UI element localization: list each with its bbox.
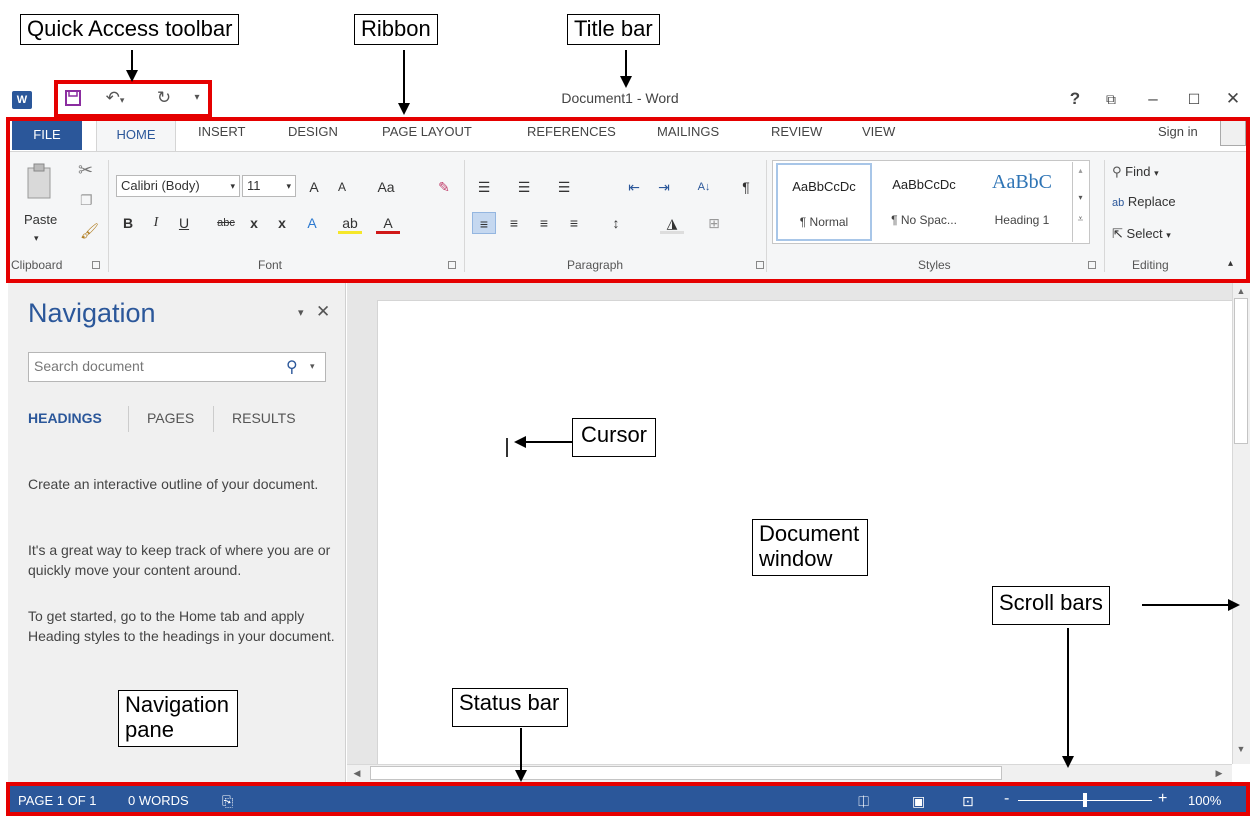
arrow-line: [1142, 604, 1230, 606]
close-pane-icon[interactable]: ✕: [316, 302, 330, 322]
maximize-button[interactable]: ☐: [1183, 88, 1205, 110]
arrow-head: [620, 76, 632, 88]
nav-tab-pages[interactable]: PAGES: [147, 410, 194, 426]
nav-help-text: Create an interactive outline of your do…: [28, 476, 319, 492]
nav-help-text: To get started, go to the Home tab and a…: [28, 608, 335, 644]
callout-navpane-line: pane: [125, 716, 174, 742]
callout-ribbon: Ribbon: [354, 14, 438, 45]
callout-title-bar: Title bar: [567, 14, 660, 45]
callout-navpane-line: Navigation: [125, 692, 229, 717]
nav-tab-results[interactable]: RESULTS: [232, 410, 296, 426]
vertical-scroll-thumb[interactable]: [1234, 298, 1248, 444]
search-icon[interactable]: ⚲: [286, 357, 298, 377]
nav-help-text: It's a great way to keep track of where …: [28, 542, 331, 578]
navigation-title: Navigation: [28, 298, 156, 328]
arrow-line: [131, 50, 133, 72]
arrow-line: [1067, 628, 1069, 758]
help-button[interactable]: ?: [1064, 88, 1086, 110]
scroll-up-icon[interactable]: ▲: [1234, 284, 1248, 298]
search-placeholder: Search document: [34, 358, 144, 374]
callout-status-bar: Status bar: [452, 688, 569, 727]
chevron-down-icon[interactable]: ▾: [310, 361, 315, 372]
qat-highlight-box: [54, 80, 212, 118]
scroll-right-icon[interactable]: ▶: [1212, 766, 1226, 780]
arrow-head: [1062, 756, 1074, 768]
close-button[interactable]: ✕: [1222, 88, 1244, 110]
arrow-line: [520, 728, 522, 772]
ribbon-display-options-button[interactable]: ⧉: [1100, 88, 1122, 110]
scroll-down-icon[interactable]: ▼: [1234, 742, 1248, 756]
arrow-head: [398, 103, 410, 115]
callout-quick-access-toolbar: Quick Access toolbar: [20, 14, 240, 45]
ribbon-highlight-box: [6, 117, 1250, 283]
arrow-head: [515, 770, 527, 782]
nav-tab-headings[interactable]: HEADINGS: [28, 410, 102, 426]
nav-tab-separator: [128, 406, 129, 432]
arrow-head: [1228, 599, 1240, 611]
arrow-head: [126, 70, 138, 82]
callout-scroll-bars: Scroll bars: [992, 586, 1110, 625]
arrow-line: [403, 50, 405, 105]
nav-tab-separator: [213, 406, 214, 432]
arrow-line: [625, 50, 627, 78]
text-cursor: [506, 438, 508, 457]
horizontal-scroll-thumb[interactable]: [370, 766, 1002, 780]
scroll-left-icon[interactable]: ◀: [350, 766, 364, 780]
statusbar-highlight-box: [6, 782, 1250, 816]
pane-options-icon[interactable]: ▾: [298, 306, 304, 319]
callout-document-window: Document window: [752, 519, 869, 577]
callout-cursor: Cursor: [572, 418, 657, 457]
callout-document-line: window: [759, 545, 833, 571]
callout-navigation-pane: Navigation pane: [118, 690, 238, 748]
minimize-button[interactable]: –: [1142, 88, 1164, 110]
window-title: Document1 - Word: [561, 90, 679, 106]
arrow-line: [526, 441, 572, 443]
word-app-icon[interactable]: W: [12, 91, 32, 109]
arrow-head: [514, 436, 526, 448]
callout-document-line: Document: [759, 521, 860, 546]
